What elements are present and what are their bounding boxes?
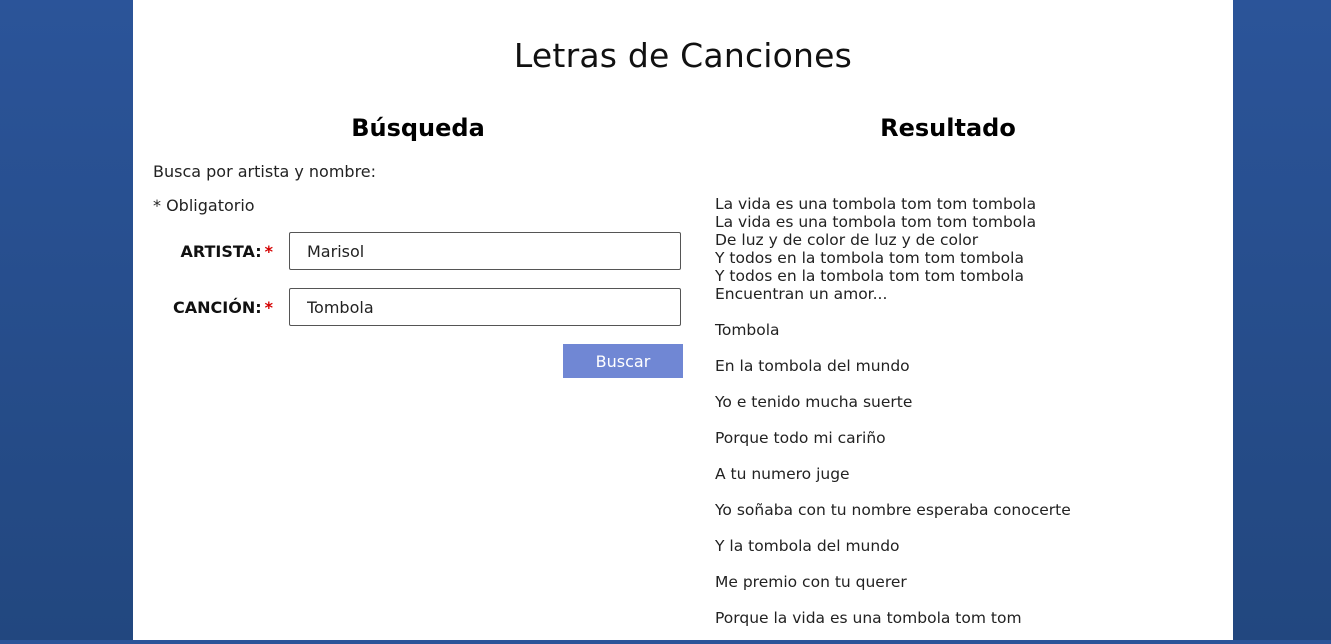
result-section: Resultado La vida es una tombola tom tom… [715,0,1215,640]
required-note: * Obligatorio [153,196,255,215]
lyric-line: La vida es una tombola tom tom tombola [715,195,1037,213]
required-asterisk: * [264,298,273,317]
lyric-line: Y todos en la tombola tom tom tombola [715,267,1024,285]
lyric-paragraph: Y la tombola del mundo [715,537,900,555]
artist-label: ARTISTA: * [181,242,274,261]
song-label-text: CANCIÓN: [173,298,262,317]
artist-input[interactable] [289,232,681,270]
lyrics-chorus: La vida es una tombola tom tom tombola L… [715,195,1215,303]
lyric-line: Y todos en la tombola tom tom tombola [715,249,1024,267]
song-label: CANCIÓN: * [173,298,273,317]
lyric-line: De luz y de color de luz y de color [715,231,979,249]
artist-field-row: ARTISTA: * [153,232,683,272]
lyric-line: La vida es una tombola tom tom tombola [715,213,1037,231]
lyric-paragraph: Porque la vida es una tombola tom tom [715,609,1022,627]
song-input[interactable] [289,288,681,326]
lyric-paragraph: A tu numero juge [715,465,850,483]
artist-label-text: ARTISTA: [180,242,262,261]
search-button[interactable]: Buscar [563,344,683,378]
required-asterisk: * [264,242,273,261]
search-intro-text: Busca por artista y nombre: [153,162,377,181]
lyric-paragraph: Tombola [715,321,780,339]
result-heading: Resultado [880,114,1016,142]
search-section: Búsqueda Busca por artista y nombre: * O… [153,0,683,640]
song-field-row: CANCIÓN: * [153,288,683,328]
lyric-line: Encuentran un amor... [715,285,888,303]
lyrics-list: Tombola En la tombola del mundo Yo e ten… [715,320,1215,644]
lyric-paragraph: Porque todo mi cariño [715,429,886,447]
main-container: Letras de Canciones Búsqueda Busca por a… [133,0,1233,640]
lyric-paragraph: Yo soñaba con tu nombre esperaba conocer… [715,501,1071,519]
lyric-paragraph: En la tombola del mundo [715,357,910,375]
lyric-paragraph: Me premio con tu querer [715,573,907,591]
lyric-paragraph: Yo e tenido mucha suerte [715,393,913,411]
search-heading: Búsqueda [351,114,485,142]
